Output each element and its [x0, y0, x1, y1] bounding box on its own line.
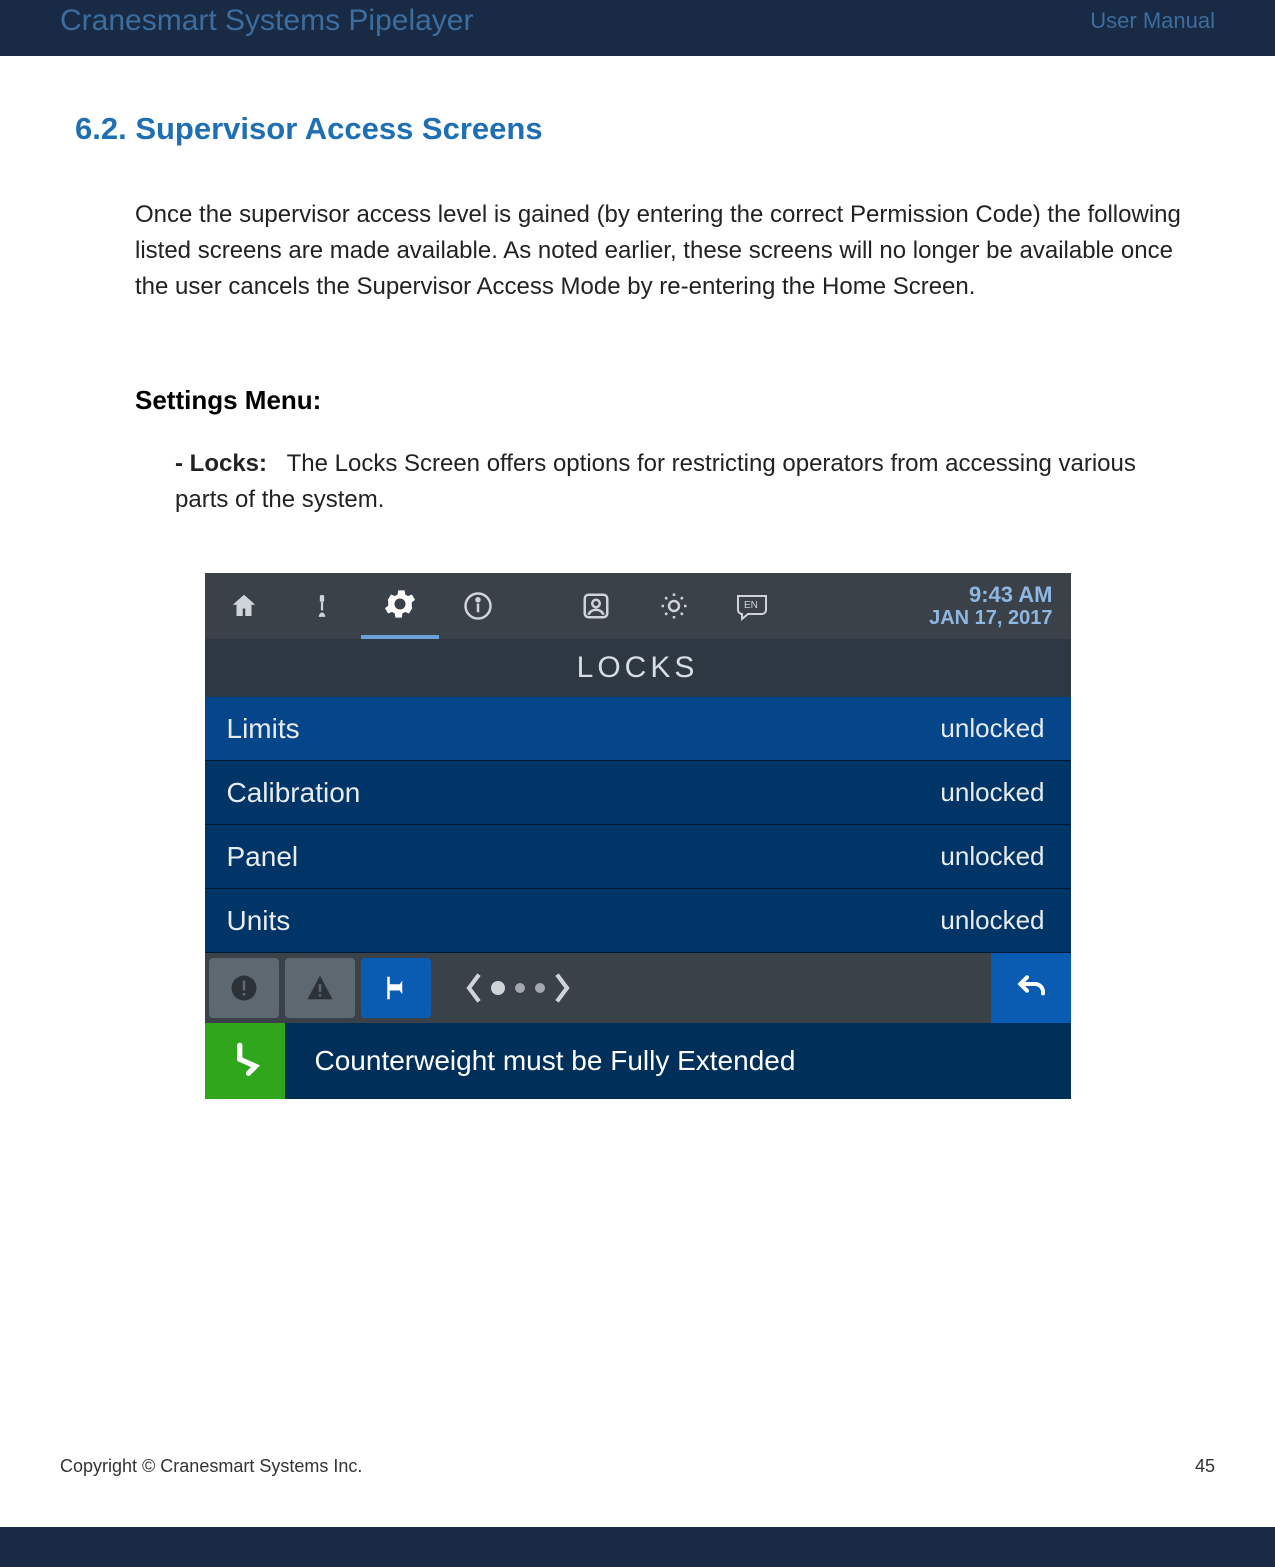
alert-message: Counterweight must be Fully Extended: [315, 1045, 796, 1077]
lock-label: Limits: [227, 713, 300, 745]
info-icon[interactable]: [439, 573, 517, 639]
settings-menu-heading: Settings Menu:: [135, 385, 1200, 416]
chevron-right-icon: [552, 971, 572, 1005]
doc-header-band: Cranesmart Systems Pipelayer User Manual: [0, 0, 1275, 56]
lock-value: unlocked: [940, 713, 1044, 744]
locks-label-bold: - Locks:: [175, 450, 267, 477]
section-intro-paragraph: Once the supervisor access level is gain…: [135, 197, 1200, 305]
pager-dot: [515, 983, 525, 993]
brightness-icon[interactable]: [635, 573, 713, 639]
language-en-icon[interactable]: EN: [713, 573, 791, 639]
pager-dot-active: [491, 981, 505, 995]
undo-icon: [1013, 972, 1049, 1004]
back-button[interactable]: [991, 953, 1071, 1023]
locks-description: - Locks: The Locks Screen offers options…: [175, 446, 1160, 518]
page-number: 45: [1195, 1456, 1215, 1477]
crane-icon[interactable]: [283, 573, 361, 639]
pager-indicator[interactable]: [464, 971, 572, 1005]
page-footer: Copyright © Cranesmart Systems Inc. 45: [60, 1456, 1215, 1477]
alert-critical-icon[interactable]: [209, 958, 279, 1018]
alert-warning-icon[interactable]: [285, 958, 355, 1018]
svg-text:EN: EN: [744, 600, 758, 611]
device-bottom-bar: [205, 953, 1071, 1023]
settings-gear-icon[interactable]: [361, 573, 439, 639]
device-time: 9:43 AM: [929, 582, 1052, 607]
flag-icon[interactable]: [361, 958, 431, 1018]
doc-product-title: Cranesmart Systems Pipelayer: [60, 4, 473, 38]
lock-row-limits[interactable]: Limits unlocked: [205, 697, 1071, 761]
home-icon[interactable]: [205, 573, 283, 639]
copyright-text: Copyright © Cranesmart Systems Inc.: [60, 1456, 362, 1477]
lock-label: Calibration: [227, 777, 361, 809]
device-alert-bar: Counterweight must be Fully Extended: [205, 1023, 1071, 1099]
lock-value: unlocked: [940, 841, 1044, 872]
lock-row-units[interactable]: Units unlocked: [205, 889, 1071, 953]
lock-row-calibration[interactable]: Calibration unlocked: [205, 761, 1071, 825]
device-date: JAN 17, 2017: [929, 607, 1052, 630]
lock-label: Units: [227, 905, 291, 937]
section-heading: 6.2. Supervisor Access Screens: [75, 111, 1200, 147]
lock-value: unlocked: [940, 905, 1044, 936]
lock-value: unlocked: [940, 777, 1044, 808]
device-screenshot: EN 9:43 AM JAN 17, 2017 LOCKS Limits unl…: [205, 573, 1071, 1099]
pager-dot: [535, 983, 545, 993]
locks-desc-text: The Locks Screen offers options for rest…: [175, 450, 1136, 513]
device-screen-title: LOCKS: [205, 639, 1071, 697]
lock-row-panel[interactable]: Panel unlocked: [205, 825, 1071, 889]
chevron-left-icon: [464, 971, 484, 1005]
device-top-bar: EN 9:43 AM JAN 17, 2017: [205, 573, 1071, 639]
lock-label: Panel: [227, 841, 299, 873]
device-lock-rows: Limits unlocked Calibration unlocked Pan…: [205, 697, 1071, 953]
doc-footer-band: [0, 1527, 1275, 1567]
device-clock: 9:43 AM JAN 17, 2017: [929, 582, 1070, 630]
doc-type-label: User Manual: [1090, 8, 1215, 34]
user-icon[interactable]: [557, 573, 635, 639]
device-top-icons: EN: [205, 573, 791, 639]
alert-status-icon: [205, 1023, 285, 1099]
